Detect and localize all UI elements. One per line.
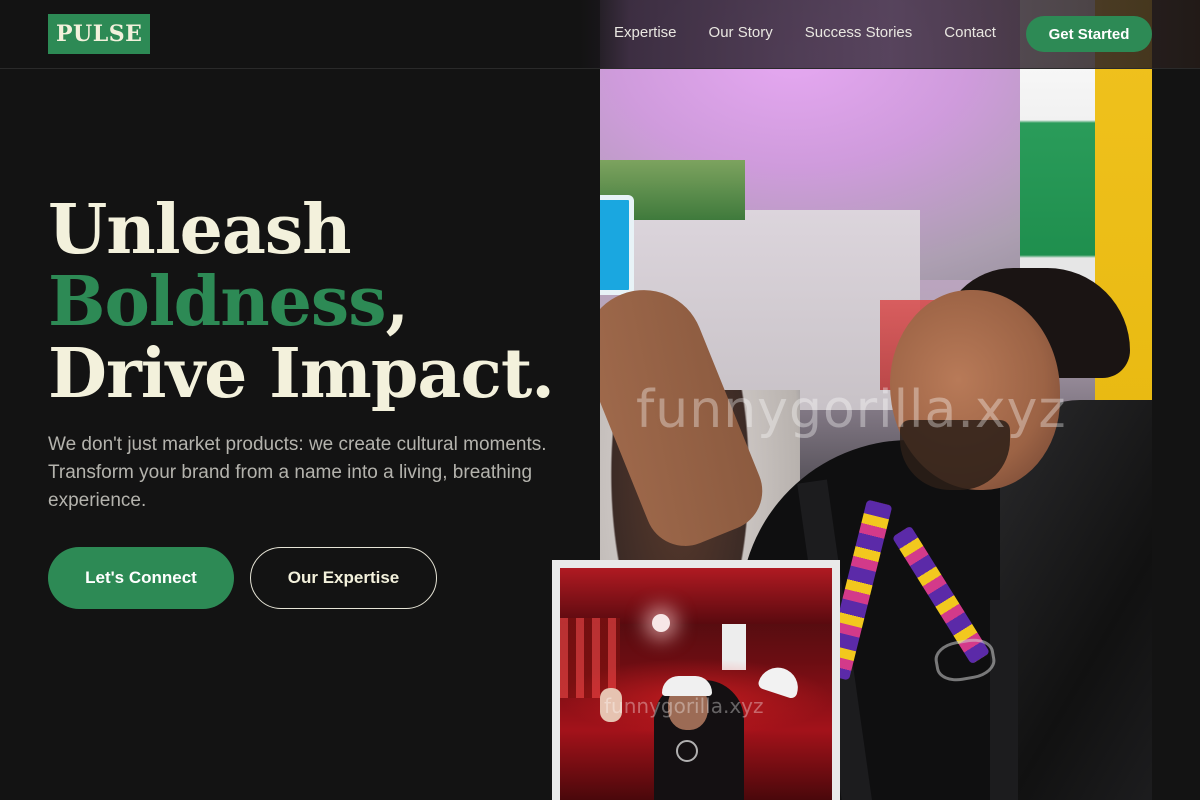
our-expertise-button[interactable]: Our Expertise — [250, 547, 437, 609]
headline-comma: , — [385, 262, 409, 342]
nav-link-expertise[interactable]: Expertise — [614, 24, 677, 41]
inset-photo-frame: funnygorilla.xyz — [552, 560, 840, 800]
landing-page: funnygorilla.xyz funnygorilla.xyz PULSE … — [0, 0, 1200, 800]
get-started-button[interactable]: Get Started — [1026, 16, 1152, 52]
lets-connect-button[interactable]: Let's Connect — [48, 547, 234, 609]
headline-line-1: Unleash — [48, 190, 352, 270]
headline-accent-word: Boldness — [48, 262, 386, 342]
logo[interactable]: PULSE — [48, 14, 151, 54]
hero-subcopy: We don't just market products: we create… — [48, 434, 547, 511]
nav-links: Expertise Our Story Success Stories Cont… — [614, 24, 996, 41]
photo-watermark: funnygorilla.xyz — [636, 380, 1067, 440]
nav-link-success-stories[interactable]: Success Stories — [805, 24, 913, 41]
headline-line-3: Drive Impact. — [48, 334, 555, 414]
inset-watermark: funnygorilla.xyz — [604, 694, 764, 718]
hero-headline: Unleash Boldness, Drive Impact. — [48, 194, 588, 410]
headline-line-2: Boldness, — [48, 266, 588, 338]
navbar: PULSE Expertise Our Story Success Storie… — [0, 0, 1200, 69]
inset-photo: funnygorilla.xyz — [560, 568, 832, 800]
nav-link-our-story[interactable]: Our Story — [709, 24, 773, 41]
nav-link-contact[interactable]: Contact — [944, 24, 996, 41]
